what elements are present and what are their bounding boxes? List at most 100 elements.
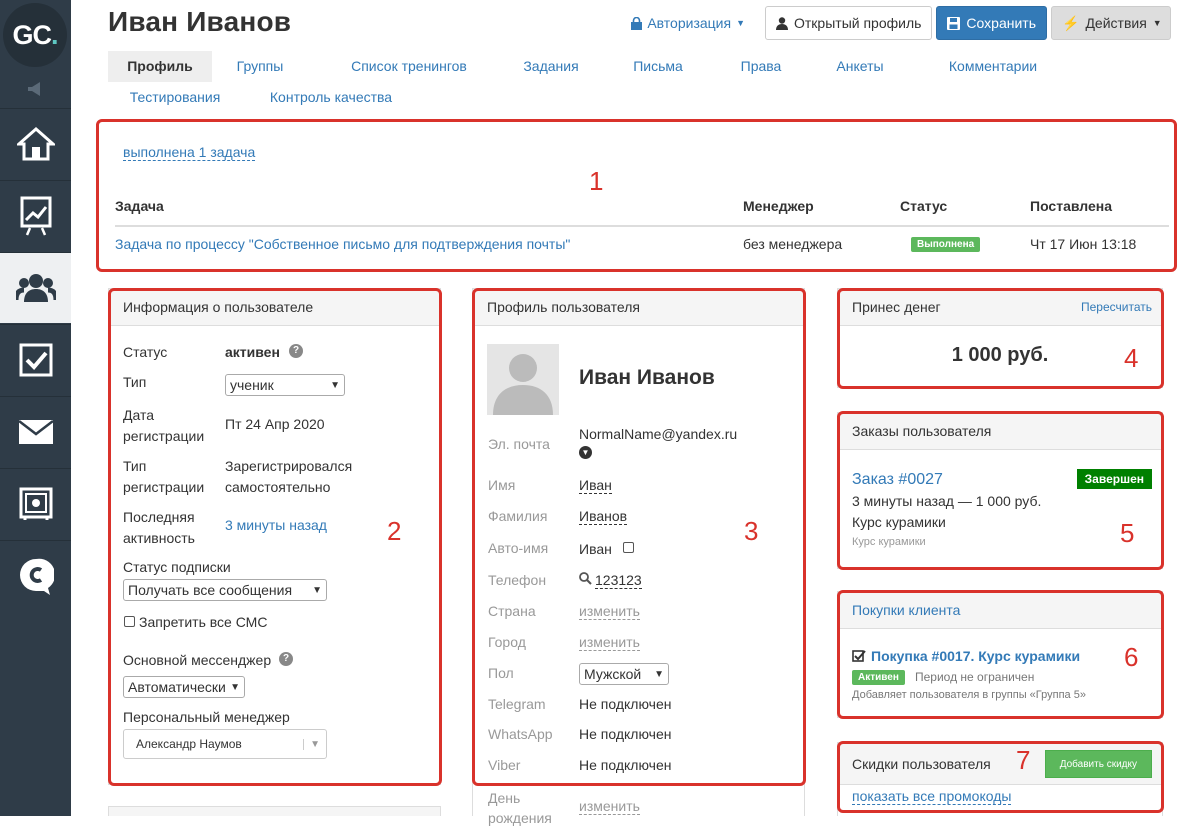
tab-profile[interactable]: Профиль bbox=[108, 51, 212, 82]
col-manager: Менеджер bbox=[743, 198, 814, 214]
last-name-value[interactable]: Иванов bbox=[579, 508, 628, 525]
status-badge: Выполнена bbox=[911, 237, 981, 252]
tab-letters[interactable]: Письма bbox=[626, 51, 690, 82]
page-title: Иван Иванов bbox=[108, 6, 292, 37]
city-label: Город bbox=[488, 634, 526, 650]
open-profile-button[interactable]: Открытый профиль bbox=[765, 6, 933, 40]
money-highlight bbox=[837, 288, 1164, 389]
profile-name: Иван Иванов bbox=[579, 366, 715, 389]
tab-comments[interactable]: Комментарии bbox=[932, 51, 1054, 82]
col-task: Задача bbox=[115, 198, 164, 214]
help-icon[interactable]: ? bbox=[279, 652, 293, 666]
manager-select[interactable]: Александр Наумов ▼ bbox=[123, 729, 327, 759]
tab-tests[interactable]: Тестирования bbox=[118, 82, 232, 113]
reg-date-label: Дата регистрации bbox=[123, 407, 205, 444]
auto-name-label: Авто-имя bbox=[488, 540, 549, 556]
completed-tasks-link[interactable]: выполнена 1 задача bbox=[123, 144, 256, 161]
gender-select[interactable]: Мужской ▼ bbox=[579, 663, 669, 685]
tab-forms[interactable]: Анкеты bbox=[823, 51, 897, 82]
phone-label: Телефон bbox=[488, 572, 547, 588]
user-icon bbox=[776, 16, 788, 30]
avatar[interactable] bbox=[487, 344, 559, 415]
birthday-label: День рождения bbox=[488, 790, 552, 826]
chat-icon[interactable] bbox=[0, 540, 71, 611]
whatsapp-label: WhatsApp bbox=[488, 726, 553, 742]
auto-name-checkbox[interactable] bbox=[623, 542, 634, 553]
actions-button[interactable]: ⚡ Действия ▼ bbox=[1051, 6, 1171, 40]
home-icon[interactable] bbox=[0, 108, 71, 179]
status-label: Статус bbox=[123, 344, 168, 360]
header-actions: Авторизация ▼ Открытый профиль Сохранить … bbox=[631, 6, 1171, 40]
search-icon[interactable] bbox=[579, 572, 592, 588]
next-panel-header bbox=[108, 806, 441, 816]
status-value: активен bbox=[225, 344, 280, 360]
last-active-value[interactable]: 3 минуты назад bbox=[225, 517, 327, 533]
annotation-1: 1 bbox=[589, 166, 604, 196]
city-edit-link[interactable]: изменить bbox=[579, 634, 640, 651]
last-name-label: Фамилия bbox=[488, 508, 548, 524]
email-value[interactable]: NormalName@yandex.ru bbox=[579, 426, 737, 442]
floppy-icon bbox=[947, 16, 961, 30]
task-manager: без менеджера bbox=[743, 236, 843, 252]
whatsapp-value: Не подключен bbox=[579, 726, 672, 742]
sms-checkbox[interactable] bbox=[124, 616, 135, 627]
telegram-value: Не подключен bbox=[579, 696, 672, 712]
chart-icon[interactable] bbox=[0, 180, 71, 251]
first-name-value[interactable]: Иван bbox=[579, 477, 612, 494]
telegram-label: Telegram bbox=[488, 696, 546, 712]
megaphone-icon[interactable] bbox=[0, 70, 71, 108]
tab-trainings[interactable]: Список тренингов bbox=[344, 51, 474, 82]
safe-icon[interactable] bbox=[0, 468, 71, 539]
messenger-select[interactable]: Автоматически ▼ bbox=[123, 676, 245, 698]
table-row: Задача по процессу "Собственное письмо д… bbox=[115, 236, 1169, 260]
viber-label: Viber bbox=[488, 757, 521, 773]
tab-tasks[interactable]: Задания bbox=[516, 51, 586, 82]
gc-logo[interactable]: GC. bbox=[3, 3, 67, 67]
sms-label: Запретить все СМС bbox=[139, 614, 268, 630]
tab-rights[interactable]: Права bbox=[726, 51, 796, 82]
reg-type-label: Тип регистрации bbox=[123, 458, 205, 495]
annotation-4: 4 bbox=[1124, 343, 1139, 373]
orders-highlight bbox=[837, 411, 1164, 570]
gender-label: Пол bbox=[488, 665, 514, 681]
subscription-select[interactable]: Получать все сообщения ▼ bbox=[123, 579, 327, 601]
reg-type-value: Зарегистрировался самостоятельно bbox=[225, 458, 353, 495]
user-info-body: Статус активен ? Тип ученик ▼ Дата регист… bbox=[123, 344, 433, 764]
mail-icon[interactable] bbox=[0, 396, 71, 467]
save-button[interactable]: Сохранить bbox=[936, 6, 1047, 40]
viber-value: Не подключен bbox=[579, 757, 672, 773]
manager-label: Персональный менеджер bbox=[123, 709, 290, 725]
users-icon[interactable] bbox=[0, 252, 71, 323]
phone-value[interactable]: 123123 bbox=[595, 572, 642, 589]
birthday-edit-link[interactable]: изменить bbox=[579, 798, 640, 815]
lock-icon bbox=[631, 16, 643, 30]
tasks-table-header: Задача Менеджер Статус Поставлена bbox=[115, 196, 1169, 227]
task-link[interactable]: Задача по процессу "Собственное письмо д… bbox=[115, 236, 570, 252]
main-content: Иван Иванов Авторизация ▼ Открытый профил… bbox=[71, 0, 1200, 826]
profile-fields: Эл. почта NormalName@yandex.ru ▼ Имя Ива… bbox=[488, 426, 798, 826]
sidebar: GC. bbox=[0, 0, 71, 816]
country-label: Страна bbox=[488, 603, 536, 619]
messenger-label: Основной мессенджер bbox=[123, 652, 272, 668]
col-date: Поставлена bbox=[1030, 198, 1113, 214]
tab-quality[interactable]: Контроль качества bbox=[266, 82, 396, 113]
bolt-icon: ⚡ bbox=[1062, 14, 1080, 31]
annotation-5: 5 bbox=[1120, 518, 1135, 548]
annotation-6: 6 bbox=[1124, 642, 1139, 672]
tab-groups[interactable]: Группы bbox=[228, 51, 292, 82]
type-label: Тип bbox=[123, 374, 147, 390]
last-active-label: Последняя активность bbox=[123, 509, 195, 546]
annotation-7: 7 bbox=[1016, 745, 1031, 775]
chevron-down-icon[interactable]: ▼ bbox=[579, 446, 592, 459]
auth-link[interactable]: Авторизация ▼ bbox=[631, 15, 745, 31]
auto-name-value: Иван bbox=[579, 541, 612, 557]
subscription-label: Статус подписки bbox=[123, 559, 231, 575]
first-name-label: Имя bbox=[488, 477, 516, 493]
discounts-highlight bbox=[837, 741, 1164, 813]
type-select[interactable]: ученик ▼ bbox=[225, 374, 345, 396]
country-edit-link[interactable]: изменить bbox=[579, 603, 640, 620]
checkbox-icon[interactable] bbox=[0, 324, 71, 395]
help-icon[interactable]: ? bbox=[289, 344, 303, 358]
reg-date-value: Пт 24 Апр 2020 bbox=[225, 416, 325, 432]
task-date: Чт 17 Июн 13:18 bbox=[1030, 236, 1137, 252]
